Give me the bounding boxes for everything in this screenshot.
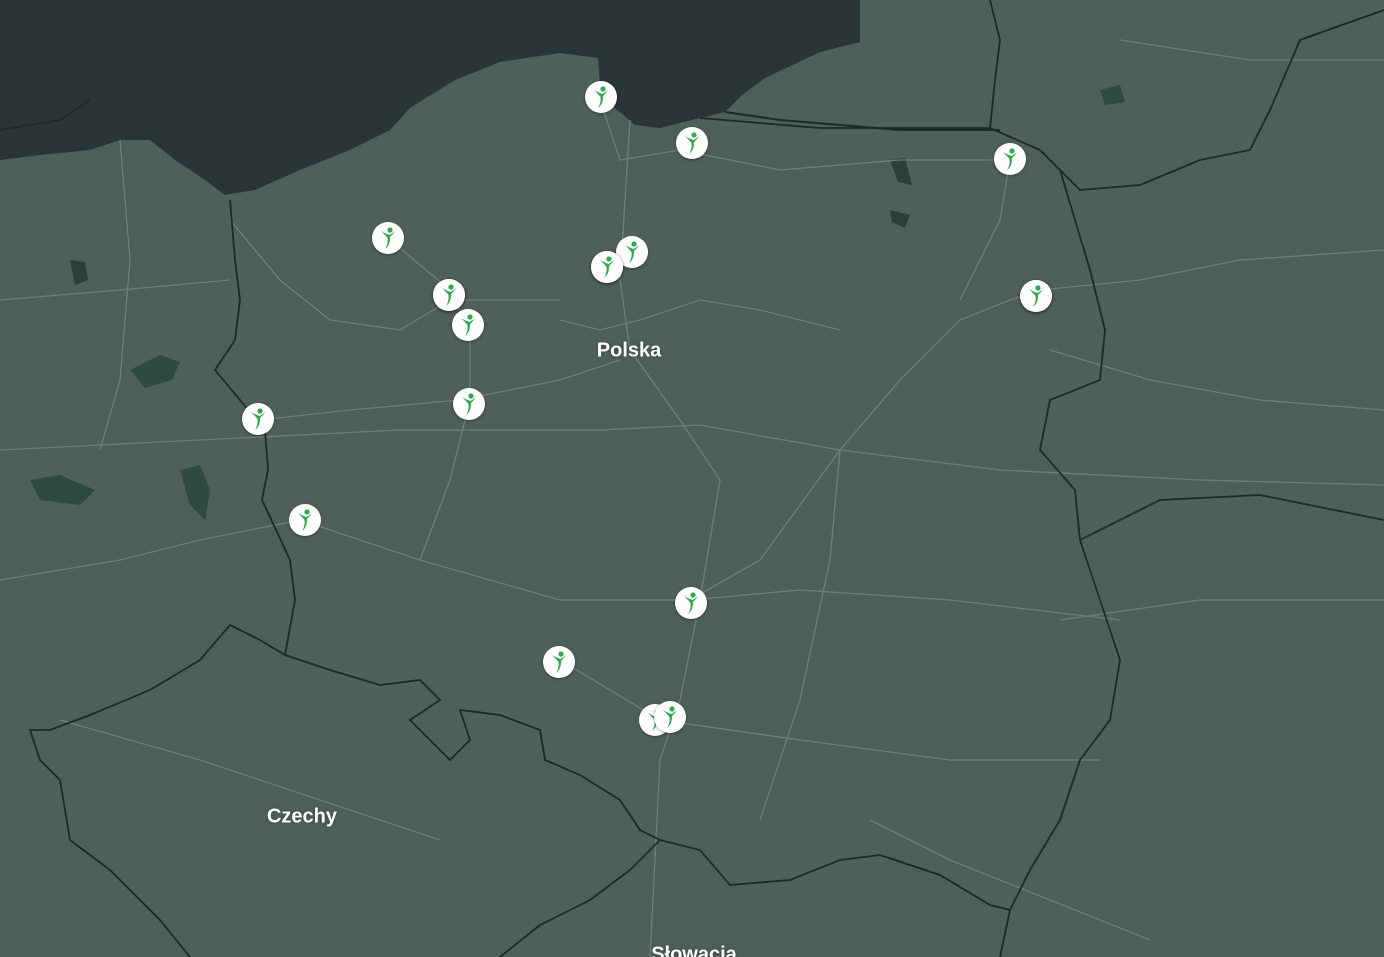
- green-person-logo-icon: [663, 706, 677, 728]
- green-person-logo-icon: [1003, 148, 1017, 170]
- green-person-logo-icon: [600, 256, 614, 278]
- country-label-slovakia: Słowacja: [651, 943, 737, 957]
- green-person-logo-icon: [685, 132, 699, 154]
- location-marker[interactable]: [591, 251, 623, 283]
- baltic-sea: [0, 0, 860, 195]
- green-person-logo-icon: [442, 284, 456, 306]
- location-marker[interactable]: [585, 81, 617, 113]
- country-label-poland: Polska: [596, 339, 662, 362]
- green-person-logo-icon: [462, 393, 476, 415]
- location-marker[interactable]: [675, 587, 707, 619]
- location-marker[interactable]: [543, 646, 575, 678]
- location-marker[interactable]: [676, 127, 708, 159]
- green-person-logo-icon: [251, 408, 265, 430]
- green-person-logo-icon: [1029, 285, 1043, 307]
- green-person-logo-icon: [684, 592, 698, 614]
- location-marker[interactable]: [1020, 280, 1052, 312]
- green-person-logo-icon: [298, 509, 312, 531]
- location-marker[interactable]: [289, 504, 321, 536]
- location-marker[interactable]: [453, 388, 485, 420]
- green-person-logo-icon: [552, 651, 566, 673]
- location-marker[interactable]: [372, 222, 404, 254]
- green-person-logo-icon: [461, 314, 475, 336]
- country-label-czechia: Czechy: [266, 805, 338, 828]
- location-marker[interactable]: [433, 279, 465, 311]
- location-marker[interactable]: [242, 403, 274, 435]
- location-marker[interactable]: [654, 701, 686, 733]
- location-marker[interactable]: [452, 309, 484, 341]
- location-marker[interactable]: [994, 143, 1026, 175]
- map-canvas[interactable]: Polska Czechy Słowacja: [0, 0, 1384, 957]
- green-person-logo-icon: [594, 86, 608, 108]
- green-person-logo-icon: [381, 227, 395, 249]
